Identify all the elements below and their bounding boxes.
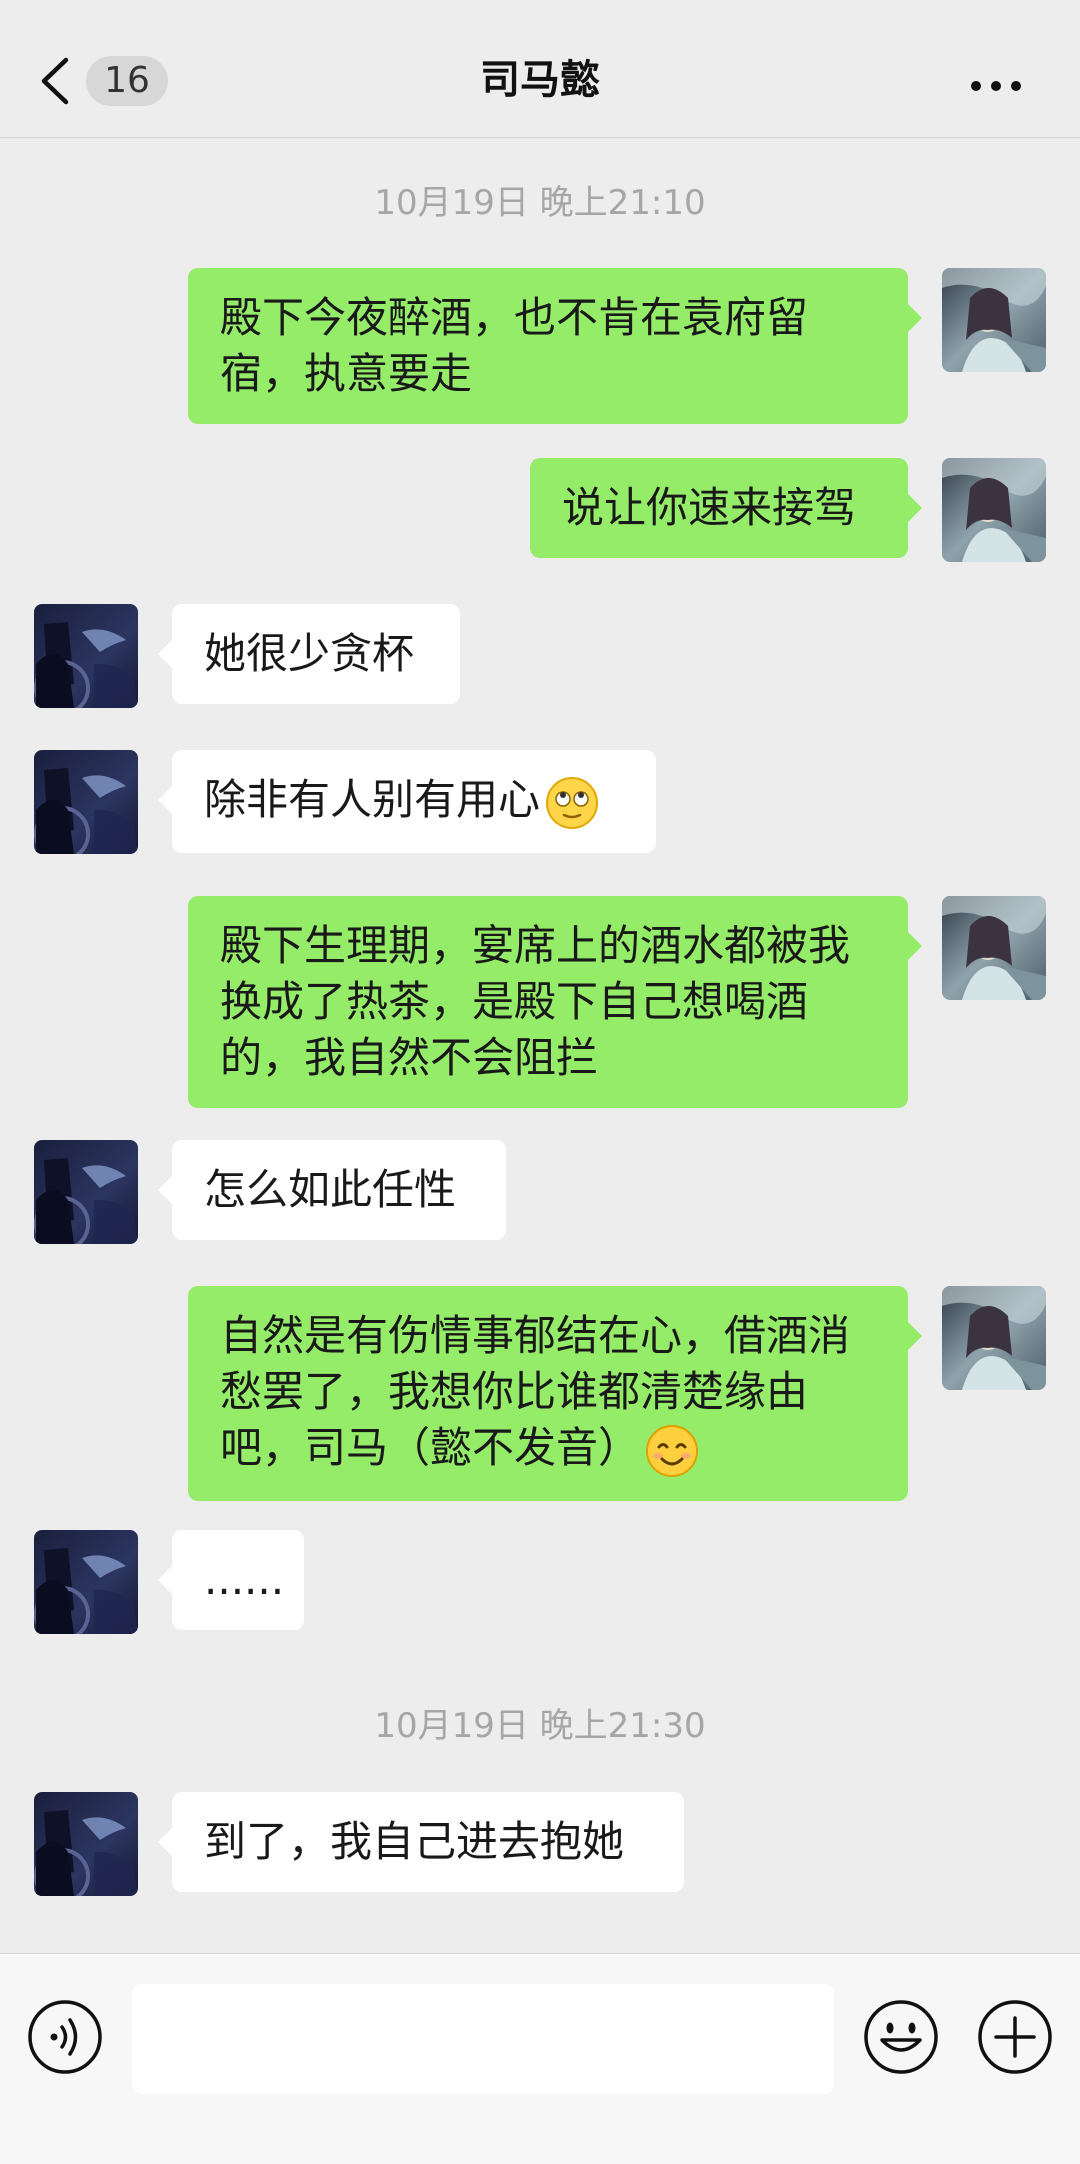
avatar[interactable] [942, 896, 1046, 1000]
ellipsis-icon[interactable] [968, 78, 1024, 94]
message-bubble-outgoing[interactable]: 说让你速来接驾 [530, 458, 922, 558]
message-text: 除非有人别有用心 [204, 775, 541, 824]
message-bubble-incoming[interactable]: 她很少贪杯 [158, 604, 460, 704]
input-bar [0, 1953, 1080, 2164]
avatar[interactable] [34, 1530, 138, 1634]
message-text: 殿下生理期，宴席上的酒水都被我换成了热茶，是殿下自己想喝酒的，我自然不会阻拦 [220, 921, 851, 1082]
message-bubble-outgoing[interactable]: 自然是有伤情事郁结在心，借酒消愁罢了，我想你比谁都清楚缘由吧，司马（懿不发音） [188, 1286, 922, 1501]
message-text: 她很少贪杯 [204, 629, 415, 678]
timestamp: 10月19日 晚上21:30 [374, 1706, 706, 1746]
avatar[interactable] [942, 1286, 1046, 1390]
message-text: 到了，我自己进去抱她 [204, 1817, 625, 1866]
plus-icon[interactable] [976, 1998, 1054, 2076]
message-text: 殿下今夜醉酒，也不肯在袁府留宿，执意要走 [220, 293, 809, 398]
message-text: 说让你速来接驾 [562, 483, 857, 532]
timestamp: 10月19日 晚上21:10 [374, 183, 706, 223]
avatar[interactable] [34, 1140, 138, 1244]
navigation-bar: 16 司马懿 [0, 0, 1080, 138]
message-text: ...... [204, 1555, 285, 1604]
voice-icon[interactable] [26, 1998, 104, 2076]
avatar[interactable] [942, 458, 1046, 562]
emoji-icon[interactable] [862, 1998, 940, 2076]
message-text: 怎么如此任性 [204, 1165, 457, 1214]
message-bubble-incoming[interactable]: ...... [158, 1530, 304, 1630]
message-text: 自然是有伤情事郁结在心，借酒消愁罢了，我想你比谁都清楚缘由吧，司马（懿不发音） [220, 1311, 851, 1472]
avatar[interactable] [34, 750, 138, 854]
message-input[interactable] [132, 1984, 834, 2094]
avatar[interactable] [34, 1792, 138, 1896]
message-bubble-incoming[interactable]: 到了，我自己进去抱她 [158, 1792, 684, 1892]
message-bubble-incoming[interactable]: 除非有人别有用心 [158, 750, 656, 853]
avatar[interactable] [942, 268, 1046, 372]
rolling-eyes-emoji-icon [546, 776, 599, 829]
smiling-emoji-icon [646, 1424, 699, 1477]
message-bubble-incoming[interactable]: 怎么如此任性 [158, 1140, 506, 1240]
chat-title: 司马懿 [480, 57, 600, 103]
message-bubble-outgoing[interactable]: 殿下生理期，宴席上的酒水都被我换成了热茶，是殿下自己想喝酒的，我自然不会阻拦 [188, 896, 922, 1108]
avatar[interactable] [34, 604, 138, 708]
message-bubble-outgoing[interactable]: 殿下今夜醉酒，也不肯在袁府留宿，执意要走 [188, 268, 922, 424]
